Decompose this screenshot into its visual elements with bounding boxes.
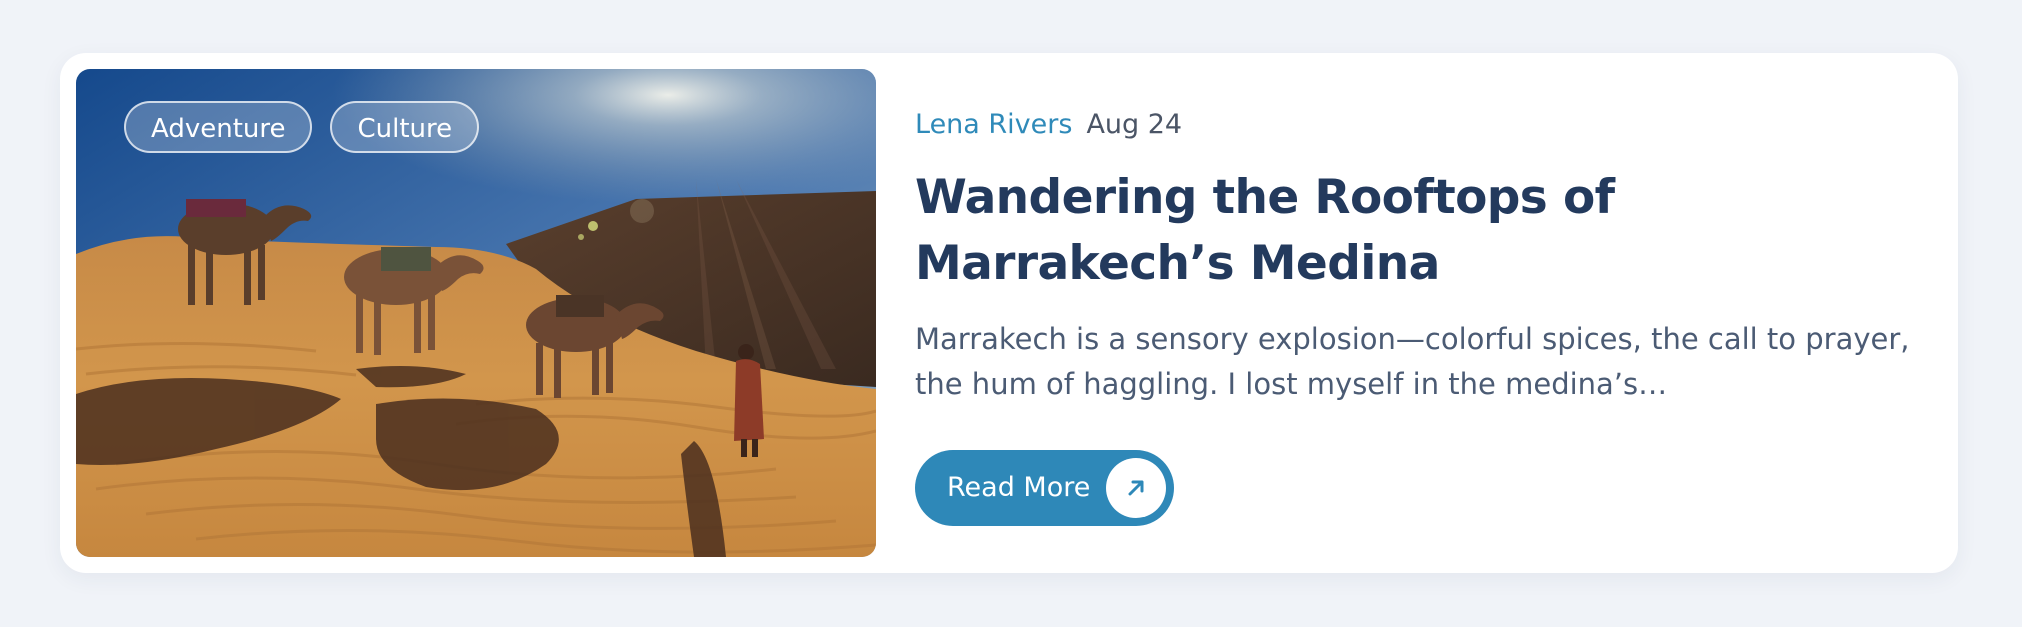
post-excerpt: Marrakech is a sensory explosion—colorfu…: [915, 322, 1910, 401]
read-more-button[interactable]: Read More: [915, 450, 1175, 526]
read-more-label: Read More: [947, 472, 1091, 503]
post-content: Lena Rivers Aug 24 Wandering the Rooftop…: [915, 105, 1915, 407]
tag-culture[interactable]: Culture: [330, 101, 480, 153]
author-name[interactable]: Lena Rivers: [915, 105, 1072, 145]
post-image[interactable]: Adventure Culture: [76, 69, 876, 557]
arrow-up-right-icon: [1106, 458, 1167, 518]
blog-post-card: Adventure Culture Lena Rivers Aug 24 Wan…: [60, 53, 1958, 573]
tag-adventure[interactable]: Adventure: [124, 101, 313, 153]
post-date: Aug 24: [1086, 109, 1183, 140]
tag-list: Adventure Culture: [124, 101, 480, 153]
post-meta: Lena Rivers Aug 24: [915, 105, 1915, 145]
post-title[interactable]: Wandering the Rooftops of Marrakech’s Me…: [915, 165, 1915, 297]
